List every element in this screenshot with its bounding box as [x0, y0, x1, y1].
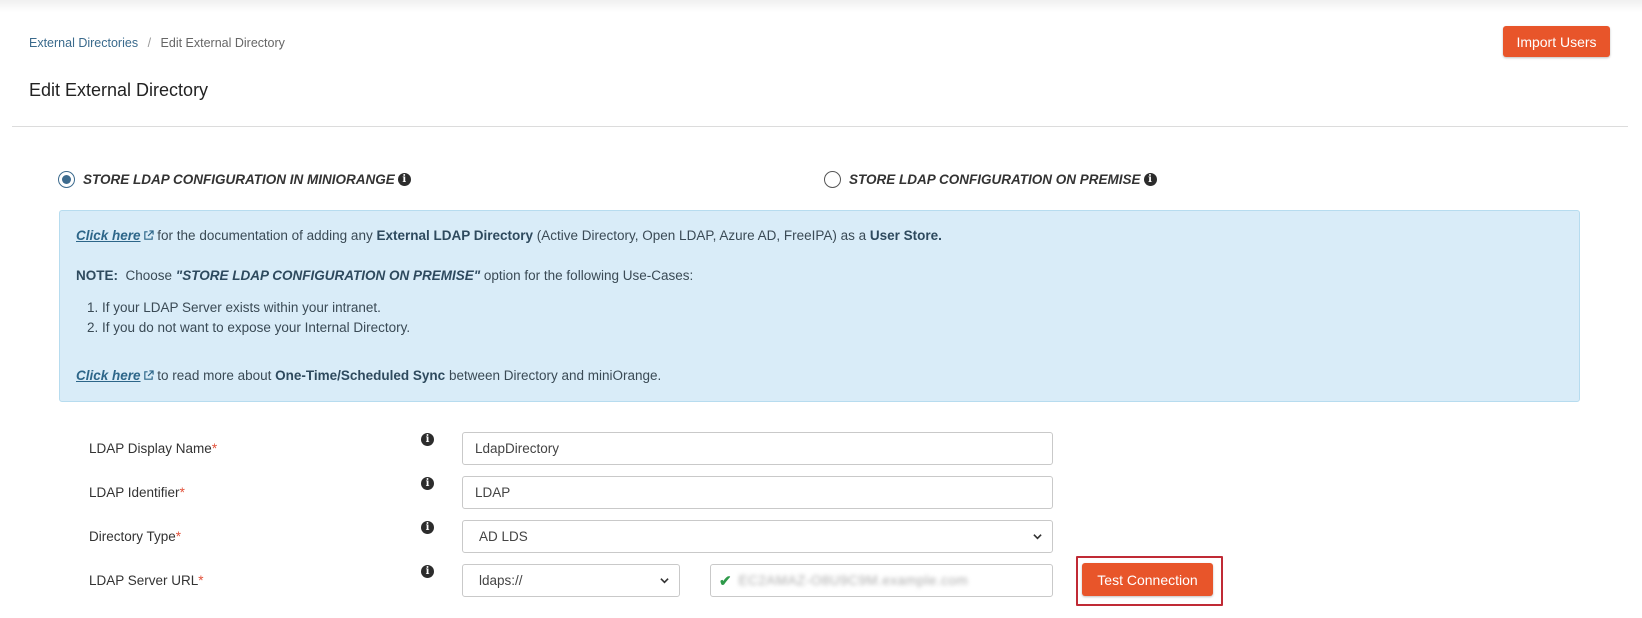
test-connection-button[interactable]: Test Connection — [1082, 563, 1213, 596]
note-text: option for the following Use-Cases: — [480, 268, 694, 283]
radio-miniorange-label: STORE LDAP CONFIGURATION IN MINIORANGE — [83, 172, 395, 187]
info-icon[interactable]: i — [421, 477, 434, 490]
page-title: Edit External Directory — [29, 80, 209, 100]
required-mark: * — [198, 573, 204, 588]
breadcrumb-link-external-directories[interactable]: External Directories — [29, 36, 138, 50]
display-name-label-text: LDAP Display Name — [89, 441, 212, 456]
sync-link[interactable]: Click here — [76, 368, 154, 383]
use-case-item: If you do not want to expose your Intern… — [102, 318, 410, 338]
use-case-list: If your LDAP Server exists within your i… — [102, 298, 410, 338]
info-text-bold: One-Time/Scheduled Sync — [275, 368, 446, 383]
directory-type-label: Directory Type* — [89, 529, 181, 544]
info-line-sync: Click here to read more about One-Time/S… — [76, 368, 661, 383]
info-icon[interactable]: i — [421, 565, 434, 578]
radio-option-premise[interactable]: STORE LDAP CONFIGURATION ON PREMISE i — [824, 171, 1157, 188]
external-link-icon — [143, 370, 154, 380]
directory-type-select[interactable]: AD LDS — [462, 520, 1053, 553]
use-case-item: If your LDAP Server exists within your i… — [102, 298, 410, 318]
info-icon[interactable]: i — [1143, 173, 1157, 186]
required-mark: * — [175, 529, 182, 544]
info-alert: Click here for the documentation of addi… — [59, 210, 1580, 402]
breadcrumb-current: Edit External Directory — [160, 36, 285, 50]
info-text-bold: External LDAP Directory — [376, 228, 534, 243]
info-line-documentation: Click here for the documentation of addi… — [76, 228, 942, 243]
info-icon[interactable]: i — [421, 521, 434, 534]
radio-option-miniorange[interactable]: STORE LDAP CONFIGURATION IN MINIORANGE i — [58, 171, 411, 188]
identifier-label: LDAP Identifier* — [89, 485, 185, 500]
note-text: Choose — [118, 268, 176, 283]
chevron-down-icon — [660, 578, 669, 584]
header-divider — [12, 126, 1628, 127]
import-users-button[interactable]: Import Users — [1503, 26, 1610, 57]
required-mark: * — [179, 485, 185, 500]
info-note: NOTE: Choose "STORE LDAP CONFIGURATION O… — [76, 268, 693, 283]
sync-link-text: Click here — [76, 368, 141, 383]
server-url-label: LDAP Server URL* — [89, 573, 204, 588]
identifier-value: LDAP — [475, 485, 511, 500]
documentation-link[interactable]: Click here — [76, 228, 154, 243]
display-name-value: LdapDirectory — [475, 441, 560, 456]
documentation-link-text: Click here — [76, 228, 141, 243]
breadcrumb-separator: / — [147, 36, 152, 50]
required-mark: * — [211, 441, 218, 456]
checkmark-icon: ✔ — [719, 572, 732, 590]
display-name-label: LDAP Display Name* — [89, 441, 217, 456]
info-text: between Directory and miniOrange. — [445, 368, 662, 383]
top-shadow — [0, 0, 1642, 12]
identifier-input[interactable]: LDAP — [462, 476, 1053, 509]
info-text: for the documentation of adding any — [153, 228, 377, 243]
chevron-down-icon — [1033, 534, 1042, 540]
directory-type-label-text: Directory Type — [89, 529, 176, 544]
protocol-select[interactable]: ldaps:// — [462, 564, 680, 597]
info-text-bold: User Store. — [869, 228, 942, 243]
info-icon[interactable]: i — [397, 173, 411, 186]
info-text: to read more about — [153, 368, 276, 383]
note-option: "STORE LDAP CONFIGURATION ON PREMISE" — [175, 268, 481, 283]
server-host-input[interactable]: ✔ EC2AMAZ-O8U9C9M.example.com — [710, 564, 1053, 597]
info-icon[interactable]: i — [421, 433, 434, 446]
server-host-value: EC2AMAZ-O8U9C9M.example.com — [738, 573, 969, 588]
radio-premise[interactable] — [824, 171, 841, 188]
external-link-icon — [143, 230, 154, 240]
breadcrumb: External Directories / Edit External Dir… — [29, 36, 285, 50]
identifier-label-text: LDAP Identifier — [89, 485, 180, 500]
info-text: (Active Directory, Open LDAP, Azure AD, … — [533, 228, 870, 243]
radio-miniorange[interactable] — [58, 171, 75, 188]
display-name-input[interactable]: LdapDirectory — [462, 432, 1053, 465]
radio-premise-label: STORE LDAP CONFIGURATION ON PREMISE — [849, 172, 1141, 187]
note-label: NOTE: — [76, 268, 118, 283]
server-url-label-text: LDAP Server URL — [89, 573, 199, 588]
directory-type-value: AD LDS — [479, 529, 528, 544]
protocol-value: ldaps:// — [479, 573, 523, 588]
